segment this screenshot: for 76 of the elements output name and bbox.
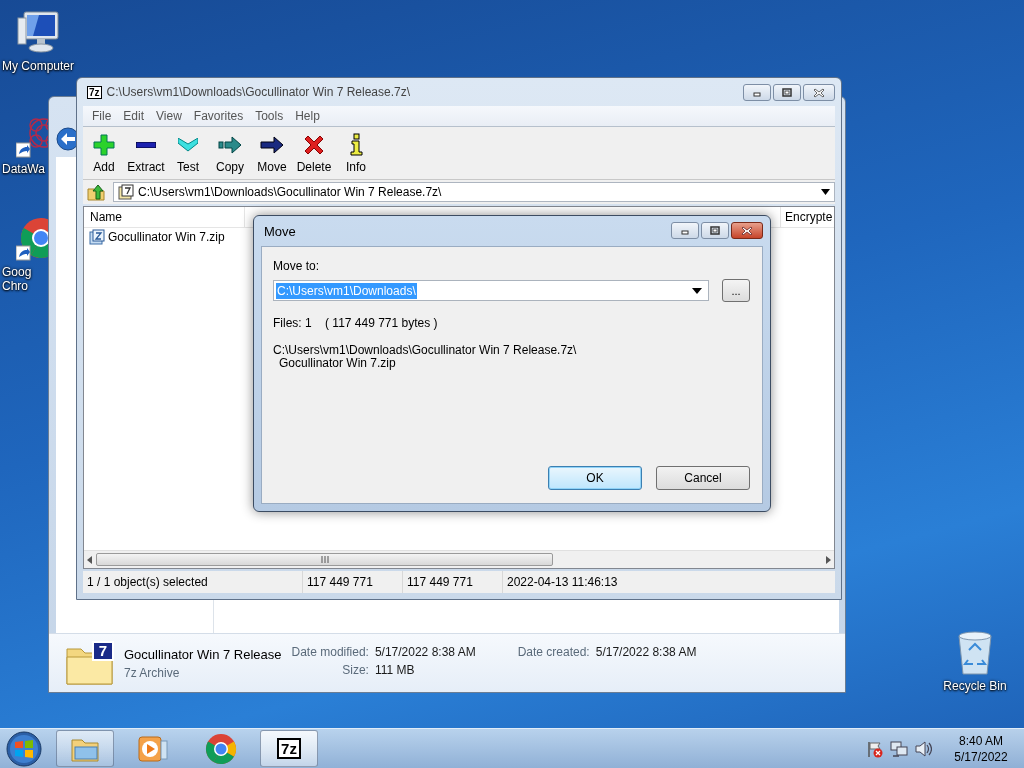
toolbar-button[interactable]: Copy	[209, 129, 251, 177]
close-icon	[741, 225, 753, 236]
taskbar-button[interactable]	[56, 730, 114, 767]
plus-icon	[92, 132, 116, 157]
maximize-icon	[709, 225, 721, 236]
browse-button[interactable]: ...	[722, 279, 750, 302]
archive-item: Gocullinator Win 7.zip	[278, 357, 397, 370]
property-label: Size:	[341, 663, 369, 677]
scroll-right-icon[interactable]	[824, 555, 832, 564]
toolbar-button[interactable]: Move	[251, 129, 293, 177]
archive-icon	[118, 184, 134, 200]
toolbar-button[interactable]: Add	[83, 129, 125, 177]
scroll-left-icon[interactable]	[86, 555, 94, 564]
menu-item[interactable]: View	[150, 109, 188, 123]
archive-badge: 7	[92, 641, 114, 661]
clock-date: 5/17/2022	[954, 748, 1008, 765]
file-row[interactable]: Gocullinator Win 7.zip	[84, 228, 240, 246]
app-logo: 7z	[87, 85, 102, 99]
icon-label[interactable]: DataWa	[2, 162, 45, 176]
column-header[interactable]: Encrypte	[780, 207, 834, 227]
maximize-icon	[781, 87, 793, 98]
menu-item[interactable]: Tools	[249, 109, 290, 123]
window-title: C:\Users\vm1\Downloads\Gocullinator Win 7 Release.7z\	[106, 85, 411, 99]
cancel-button[interactable]: Cancel	[656, 466, 750, 490]
property-label: Date created:	[517, 645, 590, 659]
property-label: Date modified:	[291, 645, 369, 659]
dropdown-caret-icon[interactable]	[692, 287, 702, 294]
maximize-button[interactable]	[701, 222, 729, 239]
property-value: 5/17/2022 8:38 AM	[595, 645, 697, 659]
clock-time: 8:40 AM	[959, 732, 1003, 749]
property-value: 5/17/2022 8:38 AM	[374, 645, 476, 659]
minus-icon	[136, 141, 156, 148]
toolbar-button[interactable]: Test	[167, 129, 209, 177]
clock[interactable]: 8:40 AM 5/17/2022	[950, 732, 1012, 765]
icon-label[interactable]: My Computer	[2, 59, 75, 73]
check-icon	[178, 137, 198, 152]
toolbar-button[interactable]: Extract	[125, 129, 167, 177]
horizontal-scrollbar[interactable]	[84, 550, 834, 568]
ok-button[interactable]: OK	[548, 466, 642, 490]
file-type: 7z Archive	[124, 665, 181, 680]
taskbar-button[interactable]: 7z	[260, 730, 318, 767]
network-icon[interactable]	[890, 739, 908, 758]
dialog-title: Move	[264, 223, 297, 239]
field-label: Move to:	[273, 259, 321, 273]
status-text: 117 449 771	[403, 571, 503, 593]
icon-label[interactable]: Goog Chro	[2, 265, 32, 293]
browser-icon	[205, 732, 237, 765]
maximize-button[interactable]	[773, 84, 801, 101]
menu-item[interactable]: Edit	[117, 109, 151, 123]
start-button-icon[interactable]	[6, 730, 42, 767]
dropdown-caret-icon[interactable]	[821, 189, 830, 195]
zip-file-icon	[89, 229, 105, 245]
grip-icon	[320, 556, 329, 563]
flag-icon[interactable]	[866, 739, 884, 758]
close-button[interactable]	[803, 84, 835, 101]
status-text: 117 449 771	[303, 571, 403, 593]
status-text: 2022-04-13 11:46:13	[506, 574, 619, 591]
file-name: Gocullinator Win 7 Release	[124, 646, 282, 662]
property-value: 111 MB	[374, 663, 416, 677]
icon-label[interactable]: Recycle Bin	[943, 679, 1007, 693]
file-count: Files: 1 ( 117 449 771 bytes )	[273, 316, 439, 330]
menu-item[interactable]: File	[86, 109, 118, 123]
column-header[interactable]: Name	[84, 207, 245, 227]
recycle-bin-icon[interactable]	[955, 630, 995, 676]
toolbar-button[interactable]: Info	[335, 129, 377, 177]
menu-item[interactable]: Favorites	[187, 109, 250, 123]
toolbar-button[interactable]: Delete	[293, 129, 335, 177]
menu-item[interactable]: Help	[289, 109, 326, 123]
archive-path: C:\Users\vm1\Downloads\Gocullinator Win 7 Release.7z\	[273, 344, 578, 357]
minimize-button[interactable]	[671, 222, 699, 239]
close-icon	[813, 87, 825, 98]
minimize-button[interactable]	[743, 84, 771, 101]
volume-icon[interactable]	[914, 739, 932, 758]
address-field[interactable]: C:\Users\vm1\Downloads\Gocullinator Win 7 Release.7z\	[113, 182, 835, 202]
status-text: 1 / 1 object(s) selected	[83, 571, 303, 593]
close-button[interactable]	[731, 222, 763, 239]
